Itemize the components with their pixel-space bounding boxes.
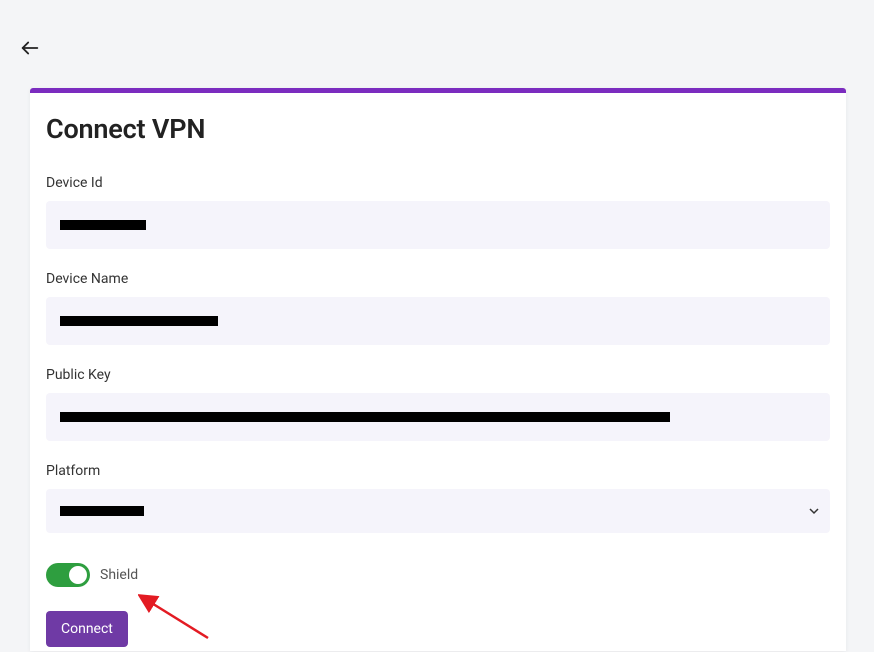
device-id-label: Device Id: [46, 175, 830, 191]
public-key-label: Public Key: [46, 367, 830, 383]
platform-label: Platform: [46, 463, 830, 479]
connect-vpn-card: Connect VPN Device Id Device Name Public…: [30, 88, 846, 651]
device-name-input[interactable]: [46, 297, 830, 345]
connect-button[interactable]: Connect: [46, 611, 128, 647]
public-key-value: [60, 412, 670, 422]
field-platform: Platform: [46, 463, 830, 533]
platform-select[interactable]: [46, 489, 830, 533]
back-button[interactable]: [18, 36, 42, 60]
shield-toggle[interactable]: [46, 563, 90, 587]
shield-toggle-label: Shield: [100, 567, 138, 583]
arrow-left-icon: [19, 37, 41, 59]
platform-value: [60, 506, 144, 516]
field-public-key: Public Key: [46, 367, 830, 441]
shield-toggle-row: Shield: [46, 563, 830, 587]
field-device-name: Device Name: [46, 271, 830, 345]
public-key-input[interactable]: [46, 393, 830, 441]
field-device-id: Device Id: [46, 175, 830, 249]
device-id-value: [60, 220, 146, 230]
device-id-input[interactable]: [46, 201, 830, 249]
page-title: Connect VPN: [46, 113, 830, 145]
device-name-value: [60, 316, 218, 326]
device-name-label: Device Name: [46, 271, 830, 287]
